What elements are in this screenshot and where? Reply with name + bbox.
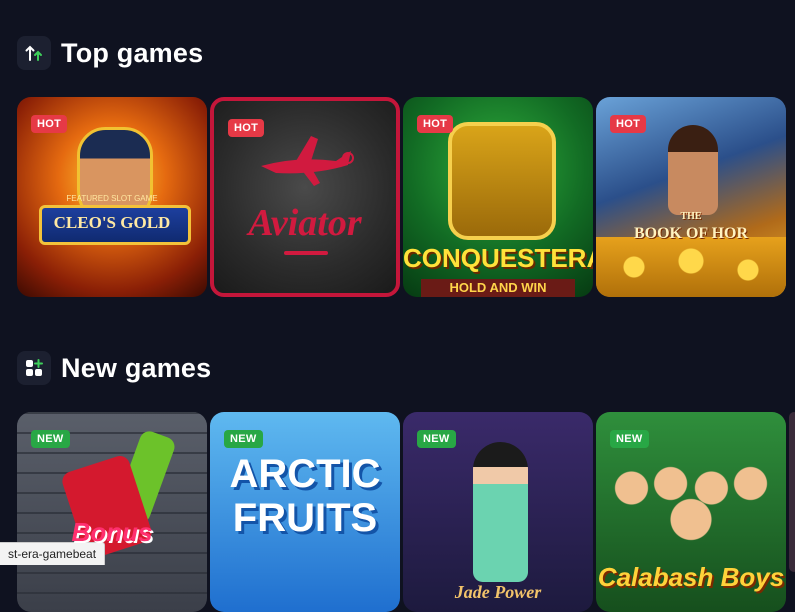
grid-plus-icon	[17, 351, 51, 385]
section-title-new-games: New games	[61, 352, 212, 383]
game-title: BOOK OF HOR	[633, 225, 749, 242]
game-title: Aviator	[248, 202, 362, 244]
game-title: ARCTIC FRUITS	[229, 452, 381, 540]
game-title: Calabash Boys	[597, 562, 785, 592]
hot-badge: HOT	[31, 115, 68, 133]
game-title: Bonus	[71, 517, 153, 547]
game-subtitle: THE	[680, 211, 702, 222]
new-badge: NEW	[417, 430, 456, 448]
game-card-arctic-fruits[interactable]: NEW ARCTIC FRUITS	[210, 412, 400, 612]
new-games-header: New games	[17, 351, 211, 385]
top-games-row: HOT FEATURED SLOT GAME CLEO'S GOLD HOT A…	[17, 97, 795, 297]
game-title: Jade Power	[454, 582, 542, 602]
game-card-jade-power[interactable]: NEW Jade Power	[403, 412, 593, 612]
new-badge: NEW	[224, 430, 263, 448]
hot-badge: HOT	[228, 119, 265, 137]
section-title-top-games: Top games	[61, 37, 204, 68]
hot-badge: HOT	[610, 115, 647, 133]
top-games-header: Top games	[17, 36, 203, 70]
trending-up-icon	[17, 36, 51, 70]
hot-badge: HOT	[417, 115, 454, 133]
game-subtitle: HOLD AND WIN	[421, 279, 575, 297]
next-card-peek[interactable]	[789, 412, 795, 572]
game-title: CONQUESTERA	[403, 243, 593, 273]
game-subtitle: FEATURED SLOT GAME	[66, 194, 158, 203]
game-card-bonus[interactable]: NEW Bonus	[17, 412, 207, 612]
game-title: CLEO'S GOLD	[53, 213, 171, 232]
new-games-row: NEW Bonus NEW ARCTIC FRUITS NEW Jade Pow…	[17, 412, 795, 612]
new-badge: NEW	[610, 430, 649, 448]
airplane-icon	[261, 136, 354, 186]
game-card-book-of-hor[interactable]: HOT THE BOOK OF HOR	[596, 97, 786, 297]
game-card-conquestera[interactable]: HOT CONQUESTERA HOLD AND WIN	[403, 97, 593, 297]
game-card-aviator[interactable]: HOT Aviator	[210, 97, 400, 297]
new-badge: NEW	[31, 430, 70, 448]
game-card-cleos-gold[interactable]: HOT FEATURED SLOT GAME CLEO'S GOLD	[17, 97, 207, 297]
game-card-calabash-boys[interactable]: NEW Calabash Boys	[596, 412, 786, 612]
